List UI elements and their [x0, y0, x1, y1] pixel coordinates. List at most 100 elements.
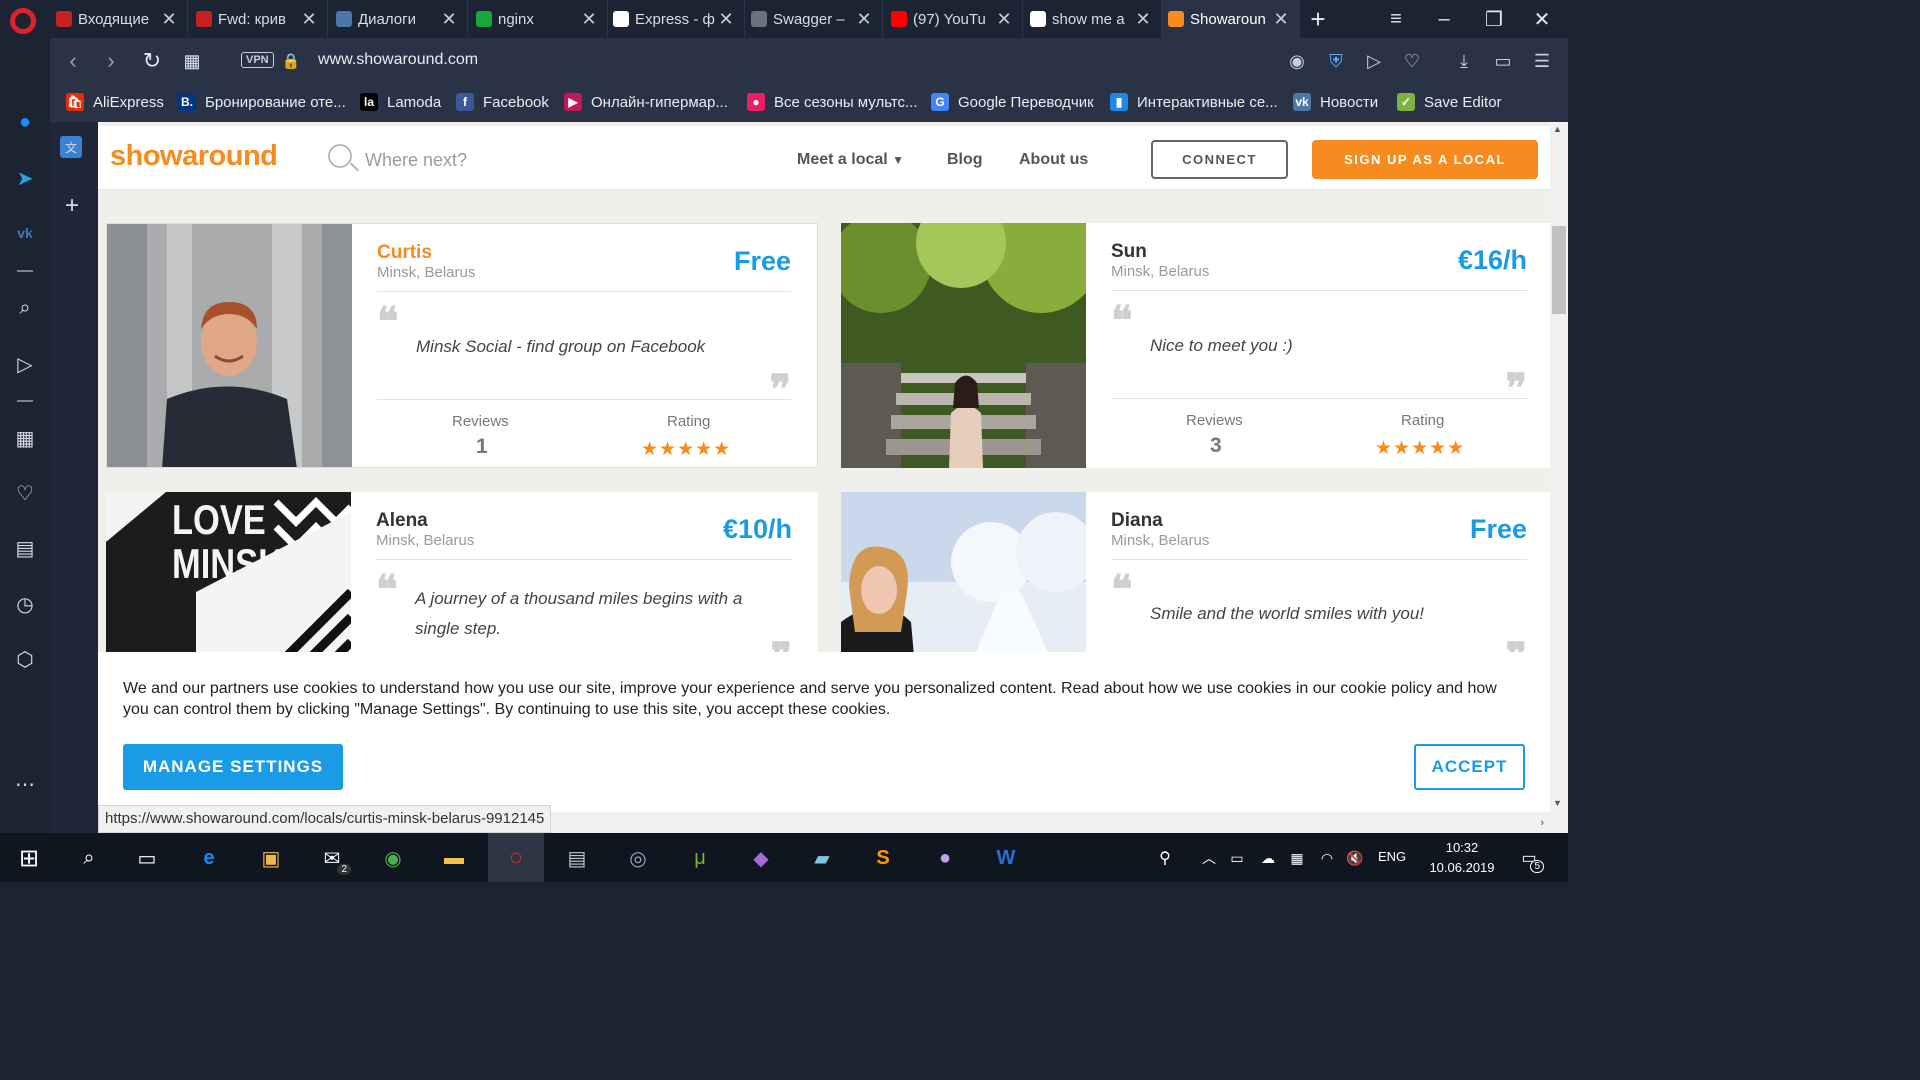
- chrome-icon[interactable]: ◉: [376, 841, 410, 875]
- nav-about-us[interactable]: About us: [1019, 151, 1088, 169]
- close-tab-icon[interactable]: ✕: [1271, 9, 1291, 30]
- vertical-scrollbar[interactable]: ▲ ▼: [1550, 122, 1568, 833]
- close-tab-icon[interactable]: ✕: [994, 9, 1014, 30]
- flow-icon[interactable]: ▷: [11, 350, 39, 378]
- search-icon[interactable]: ⌕: [72, 841, 106, 875]
- nav-blog[interactable]: Blog: [947, 151, 983, 169]
- tabs-grid-icon[interactable]: ▦: [177, 46, 207, 76]
- local-name[interactable]: Diana: [1111, 510, 1163, 532]
- bookmark-item[interactable]: ▮ Интерактивные се...: [1110, 93, 1278, 111]
- close-window-icon[interactable]: ✕: [1518, 0, 1566, 38]
- send-icon[interactable]: ▷: [1361, 48, 1387, 74]
- telegram-icon[interactable]: ➤: [11, 164, 39, 192]
- bookmark-item[interactable]: f Facebook: [456, 93, 549, 111]
- accept-cookies-button[interactable]: ACCEPT: [1414, 744, 1525, 790]
- opera-taskbar-icon[interactable]: ○: [499, 841, 533, 875]
- camera-icon[interactable]: ◉: [1284, 48, 1310, 74]
- nav-meet-a-local[interactable]: Meet a local ▼: [797, 151, 904, 169]
- close-tab-icon[interactable]: ✕: [854, 9, 874, 30]
- control-panel-icon[interactable]: ▤: [560, 841, 594, 875]
- browser-tab[interactable]: nginx ✕: [470, 0, 608, 38]
- battery-tray-icon[interactable]: ▭: [1220, 841, 1254, 875]
- easy-setup-icon[interactable]: ☰: [1529, 48, 1555, 74]
- minimize-icon[interactable]: –: [1420, 0, 1468, 38]
- reload-icon[interactable]: ↻: [137, 46, 167, 76]
- heart-icon[interactable]: ♡: [11, 479, 39, 507]
- profile-photo[interactable]: [107, 224, 352, 467]
- maximize-icon[interactable]: ❐: [1470, 0, 1518, 38]
- adblock-icon[interactable]: ⛨: [1323, 48, 1349, 74]
- language-indicator[interactable]: ENG: [1378, 849, 1406, 864]
- opera-menu-icon[interactable]: [10, 8, 36, 34]
- store-icon[interactable]: ▣: [254, 841, 288, 875]
- bookmark-item[interactable]: B. Бронирование оте...: [178, 93, 346, 111]
- search-icon[interactable]: [328, 144, 352, 168]
- messenger-icon[interactable]: ●: [11, 108, 39, 136]
- manage-settings-button[interactable]: MANAGE SETTINGS: [123, 744, 343, 790]
- local-card-sun[interactable]: Sun Minsk, Belarus €16/h ❝ Nice to meet …: [841, 223, 1553, 468]
- browser-tab[interactable]: Входящие ✕: [50, 0, 188, 38]
- task-view-icon[interactable]: ▭: [130, 841, 164, 875]
- volume-muted-icon[interactable]: 🔇: [1338, 841, 1372, 875]
- bookmark-heart-icon[interactable]: ♡: [1399, 48, 1425, 74]
- news-icon[interactable]: ▤: [11, 534, 39, 562]
- local-name[interactable]: Curtis: [377, 242, 432, 264]
- tab-menu-icon[interactable]: ≡: [1372, 0, 1420, 38]
- close-tab-icon[interactable]: ✕: [1133, 9, 1153, 30]
- bookmark-item[interactable]: 🛍 AliExpress: [66, 93, 164, 111]
- browser-tab[interactable]: Swagger – ✕: [745, 0, 883, 38]
- scroll-up-arrow-icon[interactable]: ▲: [1553, 124, 1562, 134]
- add-panel-icon[interactable]: +: [58, 192, 86, 220]
- back-icon[interactable]: ‹: [58, 46, 88, 76]
- close-tab-icon[interactable]: ✕: [159, 9, 179, 30]
- browser-tab[interactable]: Showaroun ✕: [1162, 0, 1300, 38]
- bookmark-item[interactable]: ✓ Save Editor: [1397, 93, 1502, 111]
- destination-search-input[interactable]: Where next?: [365, 150, 467, 171]
- history-icon[interactable]: ◷: [11, 590, 39, 618]
- word-icon[interactable]: W: [989, 841, 1023, 875]
- network-tray-icon[interactable]: ▦: [1280, 841, 1314, 875]
- browser-tab[interactable]: Express - ф ✕: [607, 0, 745, 38]
- utorrent-icon[interactable]: μ: [683, 841, 717, 875]
- mail-icon[interactable]: ✉ 2: [315, 841, 351, 875]
- url-field[interactable]: www.showaround.com: [318, 51, 478, 69]
- vpn-badge[interactable]: VPN: [241, 52, 274, 68]
- browser-tab[interactable]: (97) YouTu ✕: [885, 0, 1023, 38]
- bookmark-item[interactable]: ● Все сезоны мультс...: [747, 93, 918, 111]
- people-icon[interactable]: ⚲: [1148, 841, 1182, 875]
- browser-tab[interactable]: Fwd: крив ✕: [190, 0, 328, 38]
- new-tab-icon[interactable]: +: [1294, 0, 1342, 38]
- notifications-icon[interactable]: ▭ 5: [1512, 841, 1546, 875]
- scrollbar-thumb[interactable]: [1552, 226, 1566, 314]
- close-tab-icon[interactable]: ✕: [439, 9, 459, 30]
- browser-tab[interactable]: show me a ✕: [1024, 0, 1162, 38]
- scroll-right-arrow-icon[interactable]: ›: [1540, 817, 1544, 829]
- vk-icon[interactable]: vk: [11, 219, 39, 247]
- local-name[interactable]: Sun: [1111, 241, 1147, 263]
- local-card-curtis[interactable]: Curtis Minsk, Belarus Free ❝ Minsk Socia…: [106, 223, 818, 468]
- signup-local-button[interactable]: SIGN UP AS A LOCAL: [1312, 140, 1538, 179]
- extensions-icon[interactable]: ⬡: [11, 645, 39, 673]
- showaround-logo[interactable]: showaround: [110, 140, 278, 173]
- local-name[interactable]: Alena: [376, 510, 428, 532]
- bookmark-item[interactable]: vk Новости: [1293, 93, 1378, 111]
- sublime-text-icon[interactable]: S: [866, 841, 900, 875]
- translate-icon[interactable]: 文: [60, 136, 82, 158]
- battery-icon[interactable]: ▭: [1490, 48, 1516, 74]
- more-icon[interactable]: ⋯: [11, 770, 39, 798]
- browser-tab[interactable]: Диалоги ✕: [330, 0, 468, 38]
- clock[interactable]: 10:32 10.06.2019: [1422, 838, 1502, 878]
- download-icon[interactable]: ⤓: [1451, 48, 1477, 74]
- bookmark-item[interactable]: la Lamoda: [360, 93, 441, 111]
- search-icon[interactable]: ⌕: [11, 294, 39, 322]
- bookmark-item[interactable]: ▶ Онлайн-гипермар...: [564, 93, 728, 111]
- close-tab-icon[interactable]: ✕: [716, 9, 736, 30]
- connect-button[interactable]: CONNECT: [1151, 140, 1288, 179]
- forward-icon[interactable]: ›: [96, 46, 126, 76]
- notes-icon[interactable]: ▰: [805, 841, 839, 875]
- profile-photo[interactable]: [841, 223, 1086, 468]
- edge-icon[interactable]: e: [192, 841, 226, 875]
- github-icon[interactable]: ●: [928, 841, 962, 875]
- visual-studio-icon[interactable]: ◆: [744, 841, 778, 875]
- bookmark-item[interactable]: G Google Переводчик: [931, 93, 1094, 111]
